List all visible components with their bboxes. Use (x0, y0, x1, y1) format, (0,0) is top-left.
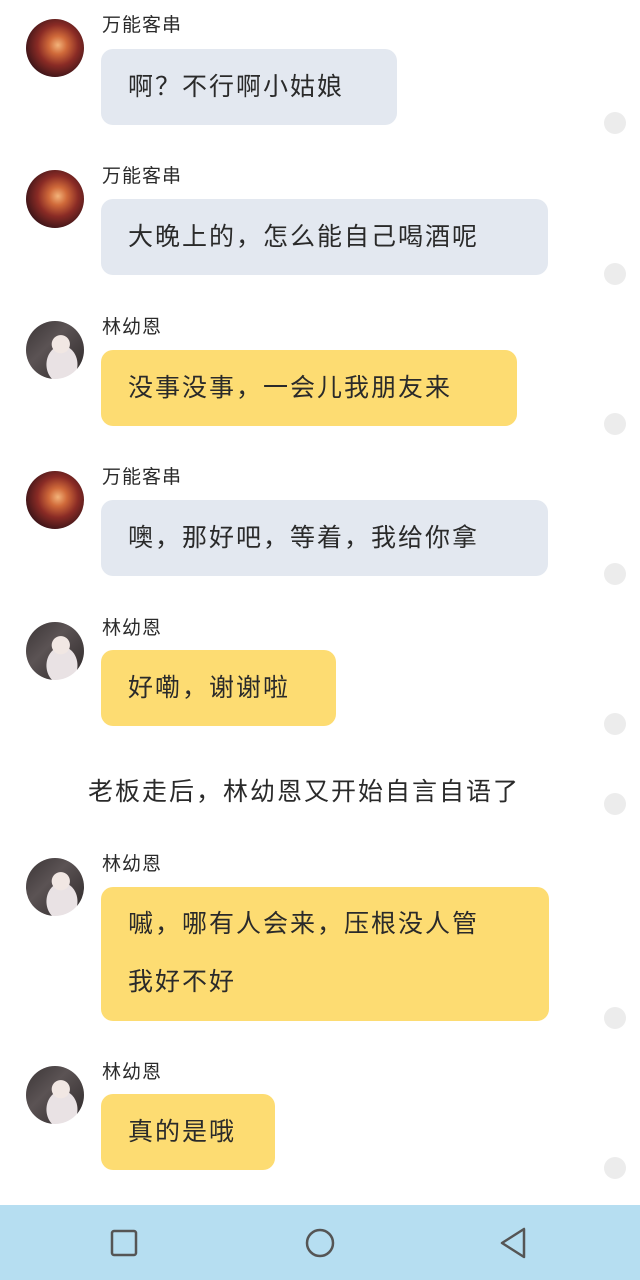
sender-name: 林幼恩 (102, 1061, 163, 1083)
status-dot (604, 713, 626, 735)
message-line: 嘁，哪有人会来，压根没人管 (128, 909, 480, 938)
status-dot (604, 563, 626, 585)
message-line: 我好不好 (128, 967, 237, 996)
sender-name: 万能客串 (102, 466, 183, 488)
status-dot (604, 413, 626, 435)
message-bubble[interactable]: 好嘞，谢谢啦 (101, 650, 336, 726)
shopkeeper-avatar[interactable] (26, 471, 84, 529)
sender-name: 林幼恩 (102, 617, 163, 639)
girl-avatar[interactable] (26, 858, 84, 916)
status-dot (604, 1007, 626, 1029)
sender-name: 万能客串 (102, 14, 183, 36)
message-bubble[interactable]: 噢，那好吧，等着，我给你拿 (101, 500, 548, 576)
sender-name: 万能客串 (102, 165, 183, 187)
status-dot (604, 263, 626, 285)
triangle-back-icon[interactable] (496, 1225, 532, 1261)
message-bubble[interactable]: 嘁，哪有人会来，压根没人管 我好不好 (101, 887, 549, 1021)
chat-area: 万能客串 啊？不行啊小姑娘 万能客串 大晚上的，怎么能自己喝酒呢 林幼恩 没事没… (0, 0, 640, 1205)
shopkeeper-avatar[interactable] (26, 170, 84, 228)
girl-avatar[interactable] (26, 1066, 84, 1124)
navigation-bar (0, 1205, 640, 1280)
message-bubble[interactable]: 没事没事，一会儿我朋友来 (101, 350, 517, 426)
sender-name: 林幼恩 (102, 853, 163, 875)
girl-avatar[interactable] (26, 622, 84, 680)
status-dot (604, 112, 626, 134)
sender-name: 林幼恩 (102, 316, 163, 338)
status-dot (604, 793, 626, 815)
circle-icon[interactable] (302, 1225, 338, 1261)
status-dot (604, 1157, 626, 1179)
square-icon[interactable] (106, 1225, 142, 1261)
message-bubble[interactable]: 真的是哦 (101, 1094, 275, 1170)
message-bubble[interactable]: 大晚上的，怎么能自己喝酒呢 (101, 199, 548, 275)
narration-text: 老板走后，林幼恩又开始自言自语了 (88, 777, 521, 806)
girl-avatar[interactable] (26, 321, 84, 379)
shopkeeper-avatar[interactable] (26, 19, 84, 77)
message-bubble[interactable]: 啊？不行啊小姑娘 (101, 49, 397, 125)
